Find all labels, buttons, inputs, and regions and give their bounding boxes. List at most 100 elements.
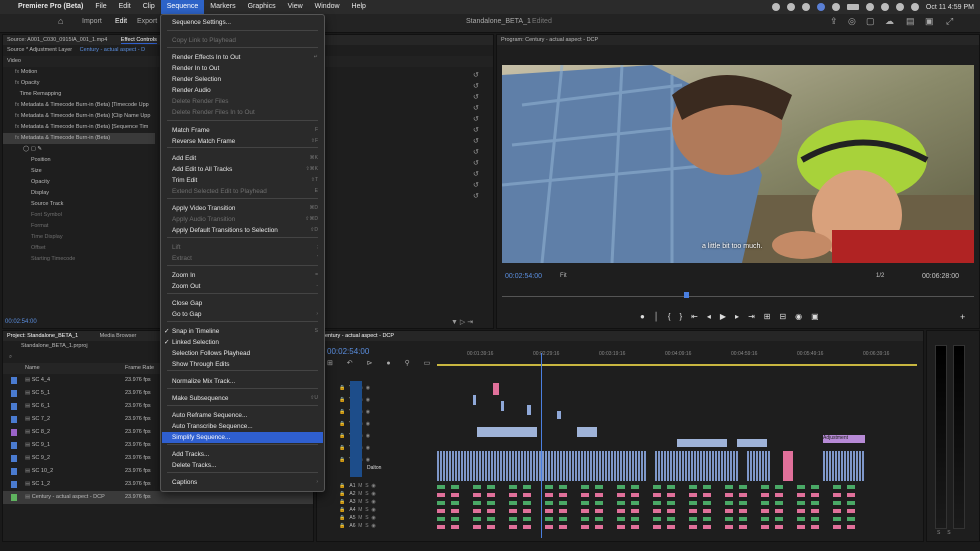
timeline-clip[interactable] — [673, 451, 675, 481]
timeline-clip[interactable] — [593, 451, 595, 481]
timeline-clip[interactable] — [762, 451, 764, 481]
audio-clip[interactable] — [667, 501, 675, 505]
audio-track-header[interactable]: 🔒 A6 M S ◉ — [339, 523, 376, 529]
timeline-clip[interactable] — [826, 451, 828, 481]
audio-clip[interactable] — [523, 493, 531, 497]
timeline-clip[interactable] — [644, 451, 646, 481]
audio-clip[interactable] — [775, 517, 783, 521]
timeline-clip[interactable] — [682, 451, 684, 481]
workspace-icon[interactable]: ▣ — [925, 16, 934, 27]
timeline-clip[interactable] — [551, 451, 553, 481]
menu-item-auto-transcribe-sequence[interactable]: Auto Transcribe Sequence... — [172, 421, 318, 432]
menu-edit[interactable]: Edit — [113, 0, 137, 14]
menu-item-render-effects-in-to-out[interactable]: Render Effects In to Out ↵ — [172, 52, 318, 63]
share-icon[interactable]: ⇪ — [830, 16, 838, 27]
timeline-clip[interactable] — [485, 451, 487, 481]
timeline-clip[interactable] — [608, 451, 610, 481]
audio-clip[interactable] — [653, 501, 661, 505]
audio-clip[interactable] — [689, 485, 697, 489]
timeline-clip[interactable] — [572, 451, 574, 481]
timeline-clip[interactable] — [515, 451, 517, 481]
audio-clip[interactable] — [667, 509, 675, 513]
menu-clip[interactable]: Clip — [137, 0, 161, 14]
audio-clip[interactable] — [797, 525, 805, 529]
audio-clip[interactable] — [617, 525, 625, 529]
timeline-clip[interactable] — [488, 451, 490, 481]
rect-mask-icon[interactable]: ▢ — [31, 146, 36, 152]
timeline-clip[interactable] — [783, 451, 793, 481]
audio-clip[interactable] — [739, 525, 747, 529]
audio-clip[interactable] — [437, 501, 445, 505]
audio-clip[interactable] — [487, 493, 495, 497]
program-timecode-in[interactable]: 00:02:54:00 — [505, 273, 542, 280]
timeline-clip[interactable] — [464, 451, 466, 481]
timeline-clip[interactable] — [437, 451, 439, 481]
audio-clip[interactable] — [595, 525, 603, 529]
menu-item-normalize-mix-track[interactable]: Normalize Mix Track... — [172, 376, 318, 387]
audio-clip[interactable] — [437, 485, 445, 489]
timeline-clip[interactable] — [479, 451, 481, 481]
timeline-clip[interactable] — [847, 451, 849, 481]
audio-clip[interactable] — [761, 493, 769, 497]
audio-clip[interactable] — [725, 485, 733, 489]
timeline-clip[interactable] — [694, 451, 696, 481]
audio-clip[interactable] — [509, 517, 517, 521]
audio-clip[interactable] — [761, 517, 769, 521]
timeline-clip[interactable] — [605, 451, 607, 481]
audio-clip[interactable] — [581, 485, 589, 489]
search-icon[interactable] — [880, 3, 889, 11]
audio-clip[interactable] — [847, 501, 855, 505]
audio-clip[interactable] — [725, 517, 733, 521]
quick-export-icon[interactable]: ◎ — [848, 16, 856, 27]
audio-clip[interactable] — [653, 493, 661, 497]
audio-clip[interactable] — [473, 485, 481, 489]
audio-clip[interactable] — [451, 485, 459, 489]
audio-clip[interactable] — [509, 525, 517, 529]
timeline-clip[interactable] — [850, 451, 852, 481]
audio-clip[interactable] — [487, 517, 495, 521]
timeline-clip[interactable] — [557, 411, 561, 419]
fullscreen-icon[interactable]: ⤢ — [946, 16, 953, 27]
menu-item-apply-default-transitions-to-selection[interactable]: Apply Default Transitions to Selection ⇧D — [172, 225, 318, 236]
timeline-clip[interactable] — [467, 451, 469, 481]
audio-clip[interactable] — [725, 509, 733, 513]
audio-clip[interactable] — [581, 525, 589, 529]
audio-clip[interactable] — [617, 485, 625, 489]
audio-clip[interactable] — [581, 509, 589, 513]
tab-import[interactable]: Import — [82, 18, 102, 25]
audio-clip[interactable] — [523, 485, 531, 489]
menu-markers[interactable]: Markers — [204, 0, 241, 14]
audio-clip[interactable] — [545, 493, 553, 497]
resolution-dropdown[interactable]: 1/2 — [876, 273, 884, 279]
timeline-clip[interactable] — [506, 451, 508, 481]
audio-clip[interactable] — [703, 485, 711, 489]
status-icon-3[interactable] — [801, 3, 810, 11]
timeline-clip[interactable] — [832, 451, 834, 481]
audio-clip[interactable] — [631, 501, 639, 505]
timeline-clip[interactable] — [685, 451, 687, 481]
timeline-clip[interactable] — [756, 451, 758, 481]
timeline-clip[interactable] — [715, 451, 717, 481]
reset-icons[interactable]: ↺ ↺ ↺ ↺ ↺ ↺ ↺ ↺ ↺ ↺ ↺ ↺ — [473, 70, 483, 202]
timeline-clip[interactable] — [753, 451, 755, 481]
timeline-clip[interactable] — [718, 451, 720, 481]
menu-item-sequence-settings[interactable]: Sequence Settings... — [172, 17, 318, 28]
timeline-clip[interactable] — [527, 405, 531, 415]
tab-edit[interactable]: Edit — [115, 18, 127, 25]
audio-clip[interactable] — [811, 517, 819, 521]
menu-item-captions[interactable]: Captions › — [172, 477, 318, 488]
menu-item-go-to-gap[interactable]: Go to Gap › — [172, 309, 318, 320]
timeline-clip[interactable] — [736, 451, 738, 481]
timeline-clip[interactable] — [733, 451, 735, 481]
audio-clip[interactable] — [581, 517, 589, 521]
program-playhead[interactable] — [684, 292, 689, 298]
timeline-clip[interactable] — [829, 451, 831, 481]
timeline-clip[interactable] — [554, 451, 556, 481]
audio-clip[interactable] — [689, 493, 697, 497]
menu-help[interactable]: Help — [346, 0, 372, 14]
menu-graphics[interactable]: Graphics — [242, 0, 282, 14]
timeline-clip[interactable] — [765, 451, 767, 481]
timeline-clip[interactable] — [676, 451, 678, 481]
tab-export[interactable]: Export — [137, 18, 157, 25]
menu-item-close-gap[interactable]: Close Gap — [172, 298, 318, 309]
